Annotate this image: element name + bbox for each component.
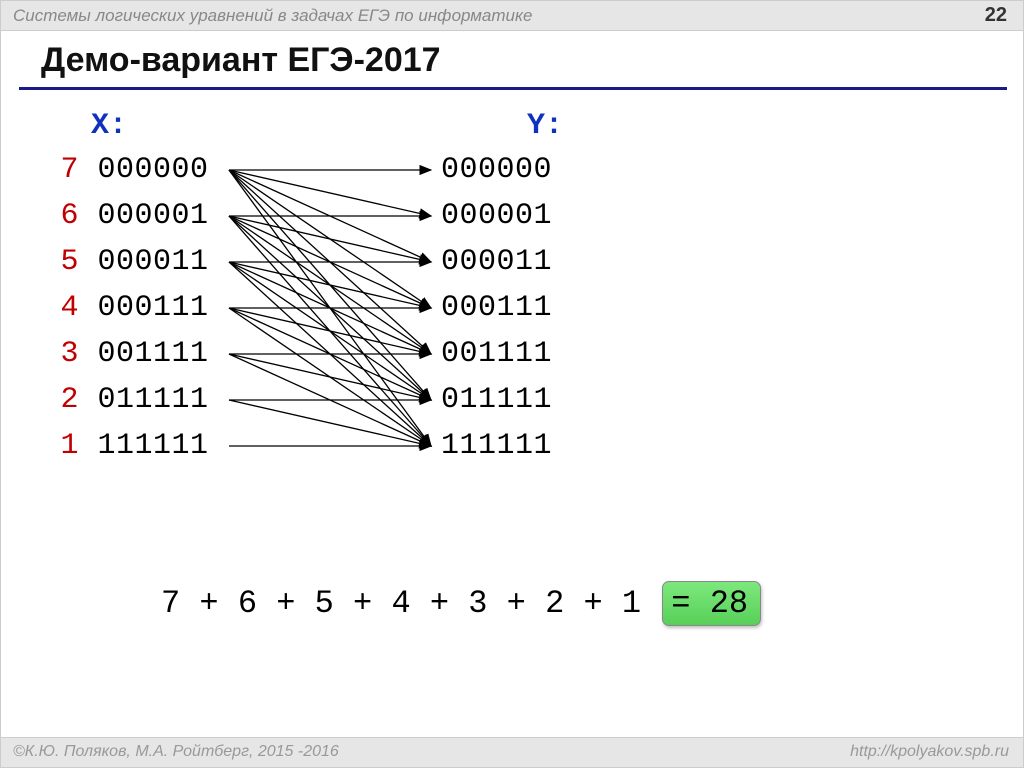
arrow [229,354,431,400]
sum-result: = 28 [662,581,761,626]
y-row: 000001 [441,199,552,233]
y-value: 000000 [441,153,552,187]
x-row: 6 000001 [51,199,209,233]
arrow [229,400,431,446]
arrow [229,170,431,400]
slide: Системы логических уравнений в задачах Е… [0,0,1024,768]
y-column-label: Y: [527,109,563,143]
row-count: 6 [51,199,79,233]
y-row: 001111 [441,337,552,371]
row-count: 1 [51,429,79,463]
footer-bar: ©К.Ю. Поляков, М.А. Ройтберг, 2015 -2016… [1,737,1023,767]
x-row: 1 111111 [51,429,209,463]
footer-copyright: ©К.Ю. Поляков, М.А. Ройтберг, 2015 -2016 [13,743,339,760]
x-column-label: X: [91,109,127,143]
arrow [229,262,431,400]
x-row: 3 001111 [51,337,209,371]
x-value: 111111 [98,429,209,463]
arrow [229,216,431,400]
row-count: 4 [51,291,79,325]
arrow [229,308,431,354]
arrow [229,216,431,308]
x-value: 011111 [98,383,209,417]
y-row: 011111 [441,383,552,417]
arrow [229,308,431,446]
x-value: 000001 [98,199,209,233]
y-row: 000011 [441,245,552,279]
arrow [229,354,431,446]
sum-expression: 7 + 6 + 5 + 4 + 3 + 2 + 1 [161,585,641,622]
arrow [229,216,431,354]
x-row: 2 011111 [51,383,209,417]
title-rule [19,87,1007,90]
arrow [229,170,431,354]
y-row: 000111 [441,291,552,325]
arrow [229,170,431,446]
header-bar: Системы логических уравнений в задачах Е… [1,1,1023,31]
slide-title: Демо-вариант ЕГЭ-2017 [41,41,441,80]
arrow [229,170,431,262]
x-value: 001111 [98,337,209,371]
y-value: 000001 [441,199,552,233]
arrow [229,308,431,400]
x-value: 000011 [98,245,209,279]
row-count: 5 [51,245,79,279]
y-value: 111111 [441,429,552,463]
arrow [229,170,431,308]
row-count: 3 [51,337,79,371]
y-row: 000000 [441,153,552,187]
row-count: 7 [51,153,79,187]
arrow [229,262,431,308]
x-value: 000000 [98,153,209,187]
x-row: 4 000111 [51,291,209,325]
page-number: 22 [985,4,1007,27]
arrow [229,262,431,354]
y-row: 111111 [441,429,552,463]
y-value: 001111 [441,337,552,371]
arrow [229,216,431,262]
arrow [229,216,431,446]
y-value: 000011 [441,245,552,279]
footer-url: http://kpolyakov.spb.ru [850,743,1009,761]
y-value: 000111 [441,291,552,325]
x-row: 5 000011 [51,245,209,279]
row-count: 2 [51,383,79,417]
arrow [229,170,431,216]
header-title: Системы логических уравнений в задачах Е… [13,6,533,25]
y-value: 011111 [441,383,552,417]
x-value: 000111 [98,291,209,325]
arrow [229,262,431,446]
sum-line: 7 + 6 + 5 + 4 + 3 + 2 + 1 = 28 [161,581,761,626]
content-area: X: Y: 7 0000000000006 0000010000015 0000… [1,101,1024,661]
x-row: 7 000000 [51,153,209,187]
